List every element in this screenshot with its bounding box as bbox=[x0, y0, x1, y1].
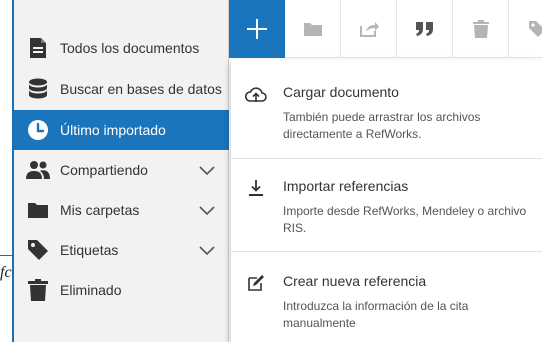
sidebar-item-label: Buscar en bases de datos bbox=[60, 81, 222, 97]
menu-item-title: Importar referencias bbox=[283, 178, 409, 194]
sidebar-item-all-documents[interactable]: Todos los documentos bbox=[14, 28, 229, 68]
sidebar-item-tags[interactable]: Etiquetas bbox=[14, 230, 229, 270]
tag-icon bbox=[529, 21, 542, 37]
delete-button[interactable] bbox=[453, 0, 509, 58]
trash-icon bbox=[26, 278, 50, 302]
folder-icon bbox=[26, 198, 50, 222]
quote-icon bbox=[415, 22, 433, 36]
tag-icon bbox=[26, 238, 50, 262]
edit-icon bbox=[245, 272, 267, 294]
sidebar-item-last-imported[interactable]: Último importado bbox=[14, 110, 229, 150]
menu-item-upload-document[interactable]: Cargar documento También puede arrastrar… bbox=[231, 60, 542, 158]
menu-item-title: Crear nueva referencia bbox=[283, 273, 427, 289]
sidebar-item-sharing[interactable]: Compartiendo bbox=[14, 150, 229, 190]
download-icon bbox=[245, 177, 267, 199]
sidebar-item-label: Último importado bbox=[60, 122, 166, 138]
sidebar: Todos los documentos Buscar en bases de … bbox=[12, 0, 229, 342]
menu-item-description: Importe desde RefWorks, Mendeley o archi… bbox=[283, 204, 527, 235]
document-icon bbox=[26, 36, 50, 60]
sidebar-item-deleted[interactable]: Eliminado bbox=[14, 270, 229, 310]
toolbar bbox=[229, 0, 542, 58]
menu-item-title: Cargar documento bbox=[283, 84, 399, 100]
chevron-down-icon[interactable] bbox=[198, 201, 216, 219]
plus-icon bbox=[247, 19, 267, 39]
sidebar-item-label: Mis carpetas bbox=[60, 202, 140, 218]
cite-button[interactable] bbox=[397, 0, 453, 58]
sidebar-item-label: Todos los documentos bbox=[60, 40, 200, 56]
share-icon bbox=[359, 22, 379, 37]
add-button[interactable] bbox=[229, 0, 285, 58]
background-text-fragment: fc bbox=[0, 264, 12, 281]
menu-item-description: Introduzca la información de la cita man… bbox=[283, 299, 469, 330]
background-divider bbox=[0, 255, 12, 256]
sidebar-item-label: Eliminado bbox=[60, 282, 122, 298]
sidebar-item-label: Compartiendo bbox=[60, 162, 148, 178]
chevron-down-icon[interactable] bbox=[198, 241, 216, 259]
menu-item-description: También puede arrastrar los archivos dir… bbox=[283, 110, 481, 141]
sidebar-item-my-folders[interactable]: Mis carpetas bbox=[14, 190, 229, 230]
trash-icon bbox=[472, 20, 489, 38]
database-icon bbox=[26, 77, 50, 101]
cloud-upload-icon bbox=[245, 84, 267, 106]
tag-button[interactable] bbox=[509, 0, 542, 58]
clock-icon bbox=[26, 118, 50, 142]
menu-item-create-reference[interactable]: Crear nueva referencia Introduzca la inf… bbox=[231, 252, 542, 342]
sidebar-item-search-databases[interactable]: Buscar en bases de datos bbox=[14, 69, 229, 109]
chevron-down-icon[interactable] bbox=[198, 161, 216, 179]
add-menu: Cargar documento También puede arrastrar… bbox=[231, 60, 542, 342]
folder-button[interactable] bbox=[285, 0, 341, 58]
users-icon bbox=[26, 158, 50, 182]
share-button[interactable] bbox=[341, 0, 397, 58]
folder-icon bbox=[303, 23, 322, 36]
menu-item-import-references[interactable]: Importar referencias Importe desde RefWo… bbox=[231, 159, 542, 251]
sidebar-item-label: Etiquetas bbox=[60, 242, 119, 258]
